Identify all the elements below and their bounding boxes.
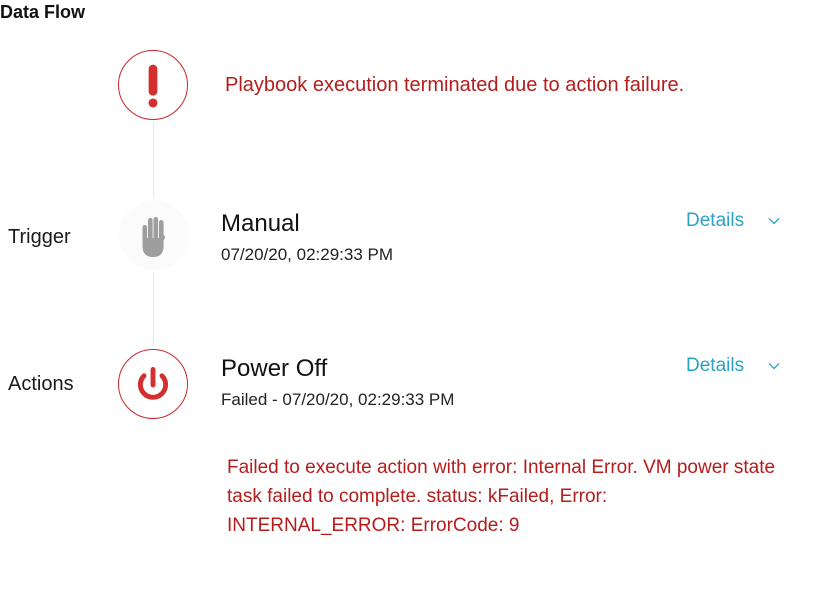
actions-row-label: Actions	[8, 373, 74, 395]
chevron-down-icon[interactable]	[768, 217, 780, 225]
trigger-icon-circle	[119, 200, 189, 270]
trigger-row-label: Trigger	[8, 226, 71, 248]
action-name: Power Off	[221, 355, 328, 382]
power-icon	[138, 367, 168, 400]
alert-message: Playbook execution terminated due to act…	[225, 74, 685, 96]
trigger-timestamp: 07/20/20, 02:29:33 PM	[221, 245, 394, 264]
trigger-name: Manual	[221, 210, 300, 237]
details-link[interactable]: Details	[686, 210, 744, 232]
page-title: Data Flow	[0, 2, 86, 22]
action-error-message: Failed to execute action with error: Int…	[227, 457, 776, 536]
action-status: Failed - 07/20/20, 02:29:33 PM	[221, 390, 455, 409]
hand-icon	[142, 217, 165, 257]
trigger-details-toggle[interactable]: Details	[686, 210, 780, 232]
exclamation-icon	[148, 64, 158, 108]
details-link[interactable]: Details	[686, 355, 744, 377]
alert-icon-circle	[118, 50, 188, 120]
action-details-toggle[interactable]: Details	[686, 355, 780, 377]
action-icon-circle	[118, 349, 188, 419]
timeline-connector	[153, 272, 154, 347]
chevron-down-icon[interactable]	[768, 362, 780, 370]
timeline-connector	[153, 122, 154, 198]
